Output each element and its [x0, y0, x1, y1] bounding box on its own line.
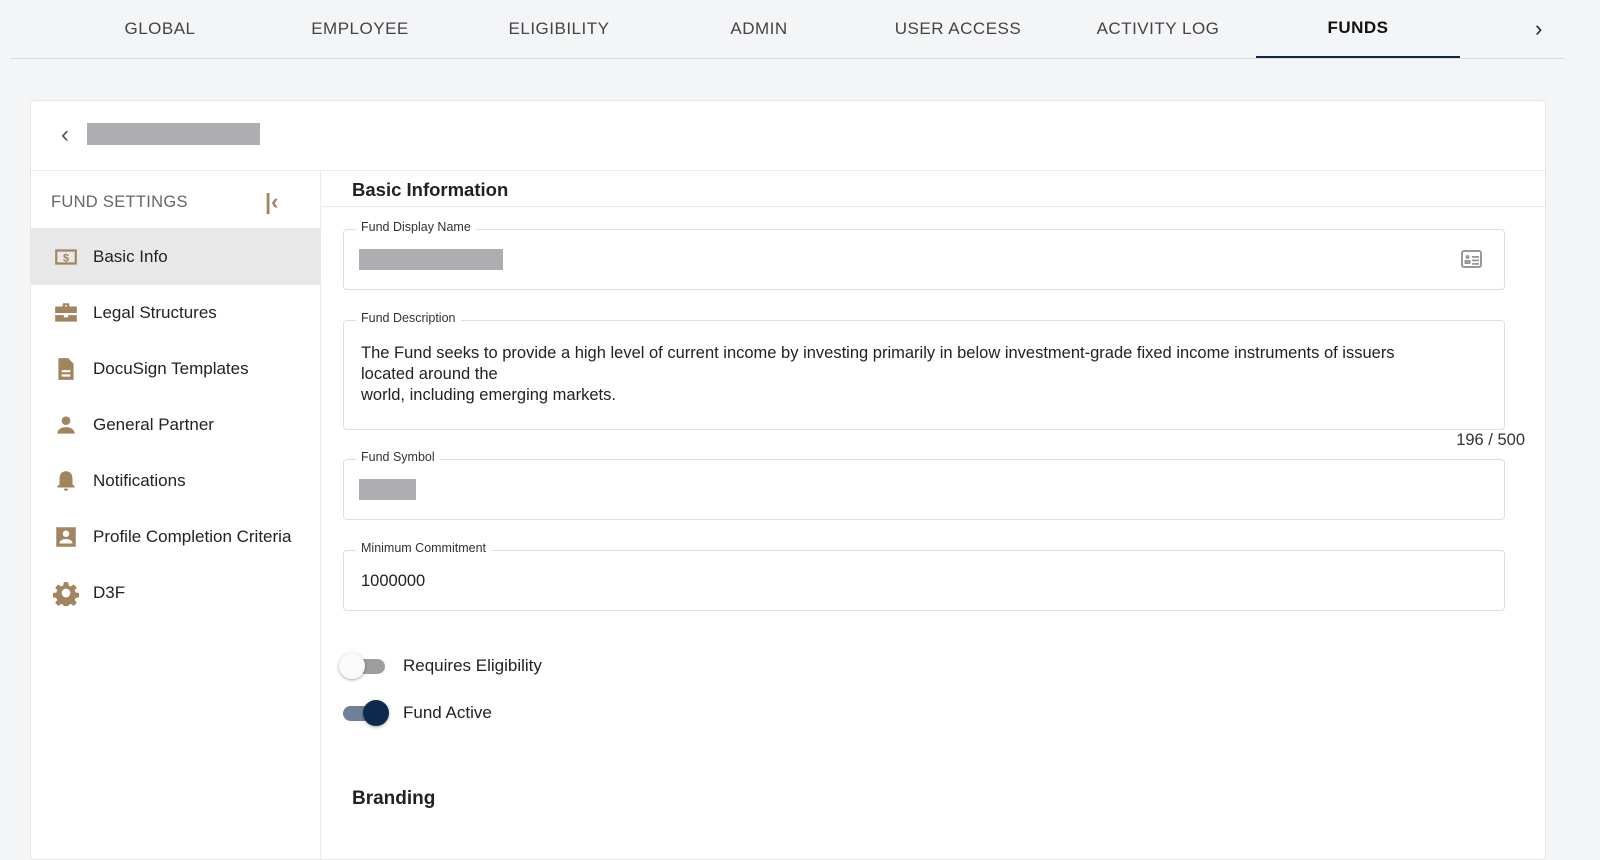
sidebar-item-basic-info[interactable]: $ Basic Info [31, 228, 321, 285]
tab-global[interactable]: GLOBAL [58, 0, 262, 58]
toggle-label: Requires Eligibility [403, 656, 542, 675]
collapse-sidebar-icon[interactable]: |‹ [265, 189, 278, 215]
sidebar-item-label: Legal Structures [93, 302, 217, 322]
sidebar-item-label: General Partner [93, 414, 214, 434]
tab-admin[interactable]: ADMIN [657, 0, 861, 58]
fund-display-name-field[interactable]: Fund Display Name [343, 220, 1505, 290]
person-icon [57, 415, 75, 434]
toggle-label: Fund Active [403, 703, 492, 722]
sidebar-item-label: DocuSign Templates [93, 358, 249, 378]
sidebar-item-profile-completion[interactable]: Profile Completion Criteria [31, 508, 321, 565]
sidebar: FUND SETTINGS |‹ $ Basic Info Legal Stru… [31, 171, 321, 859]
main-content: Basic Information Fund Display Name Fund… [322, 171, 1545, 859]
divider [322, 206, 1545, 207]
sidebar-item-label: D3F [93, 582, 126, 602]
dollar-bill-icon: $ [55, 248, 77, 265]
sidebar-title: FUND SETTINGS [51, 193, 188, 211]
sidebar-item-label: Basic Info [93, 246, 168, 266]
minimum-commitment-field[interactable]: Minimum Commitment 1000000 [343, 541, 1505, 611]
sidebar-item-d3f[interactable]: D3F [31, 564, 321, 621]
briefcase-icon [55, 302, 77, 322]
description-line: located around the [361, 365, 498, 383]
sidebar-item-legal-structures[interactable]: Legal Structures [31, 284, 321, 341]
fund-symbol-field[interactable]: Fund Symbol [343, 450, 1505, 520]
fund-active-toggle[interactable]: Fund Active [343, 699, 492, 726]
section-title: Basic Information [352, 179, 509, 200]
tab-funds[interactable]: FUNDS [1256, 0, 1460, 58]
branding-title: Branding [352, 788, 436, 809]
top-tabs: GLOBAL EMPLOYEE ELIGIBILITY ADMIN USER A… [10, 0, 1565, 59]
field-label: Fund Display Name [356, 220, 476, 234]
tab-eligibility[interactable]: ELIGIBILITY [457, 0, 661, 58]
profile-card-icon [56, 526, 76, 547]
field-label: Fund Symbol [356, 450, 440, 464]
sidebar-item-notifications[interactable]: Notifications [31, 452, 321, 509]
sidebar-item-label: Profile Completion Criteria [93, 526, 292, 546]
fund-description-field[interactable]: Fund Description The Fund seeks to provi… [343, 311, 1505, 430]
description-line: world, including emerging markets. [361, 386, 616, 404]
gear-icon [53, 581, 79, 606]
field-label: Minimum Commitment [356, 541, 492, 555]
sidebar-item-docusign-templates[interactable]: DocuSign Templates [31, 340, 321, 397]
contact-card-icon[interactable] [1461, 250, 1482, 268]
field-label: Fund Description [356, 311, 461, 325]
fund-card: ‹ FUND SETTINGS |‹ $ Basic Info Legal St… [30, 100, 1546, 860]
redacted-fund-name [87, 123, 260, 145]
chevron-right-icon[interactable]: › [1535, 16, 1542, 42]
svg-text:$: $ [63, 252, 69, 264]
description-line: The Fund seeks to provide a high level o… [361, 344, 1395, 362]
field-value: 1000000 [361, 572, 426, 590]
document-icon [58, 357, 74, 380]
redacted-value [359, 479, 416, 500]
tab-employee[interactable]: EMPLOYEE [258, 0, 462, 58]
sidebar-item-general-partner[interactable]: General Partner [31, 396, 321, 453]
bell-icon [57, 470, 75, 491]
card-header: ‹ [31, 101, 1545, 171]
tab-user-access[interactable]: USER ACCESS [856, 0, 1060, 58]
redacted-value [359, 249, 503, 270]
character-counter: 196 / 500 [1456, 431, 1525, 449]
back-chevron-icon[interactable]: ‹ [61, 121, 69, 149]
tab-activity-log[interactable]: ACTIVITY LOG [1056, 0, 1260, 58]
sidebar-item-label: Notifications [93, 470, 186, 490]
requires-eligibility-toggle[interactable]: Requires Eligibility [339, 652, 542, 679]
